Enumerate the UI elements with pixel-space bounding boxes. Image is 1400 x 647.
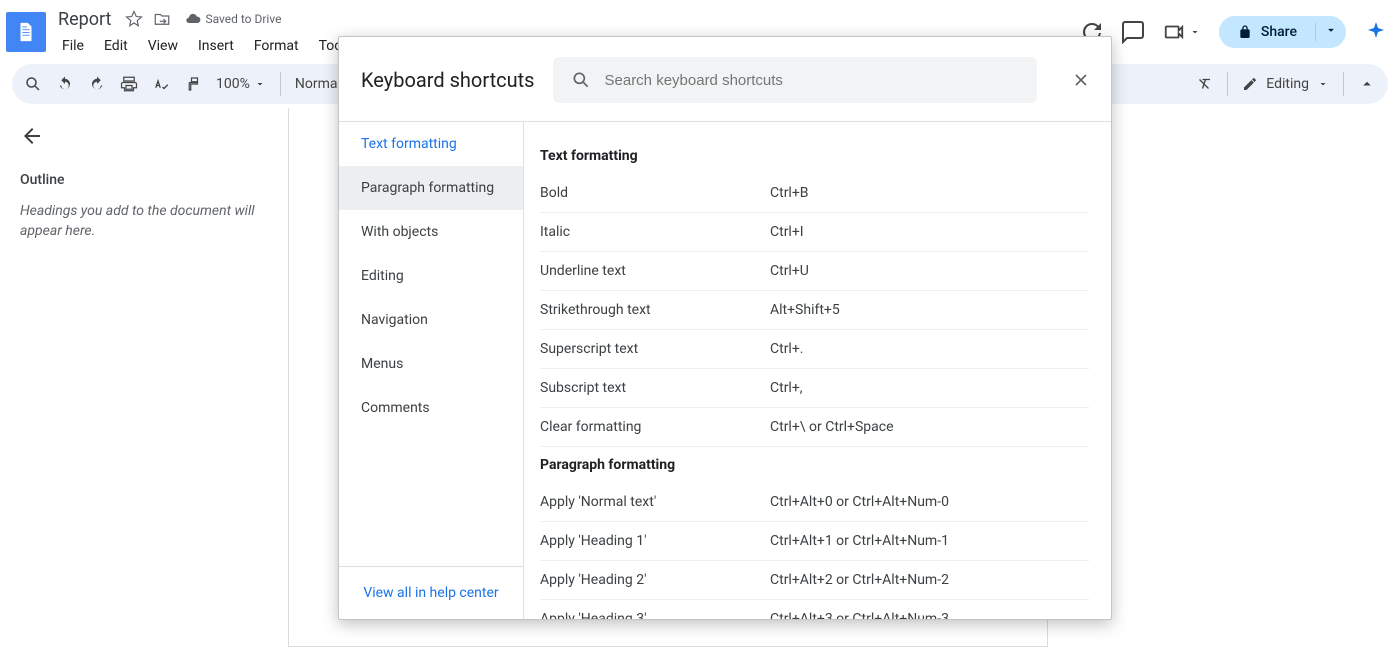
shortcut-action: Bold bbox=[540, 185, 770, 201]
section-title: Text formatting bbox=[540, 138, 1089, 174]
menu-format[interactable]: Format bbox=[246, 34, 307, 58]
separator bbox=[1227, 72, 1228, 96]
sparkle-icon[interactable] bbox=[1364, 20, 1388, 44]
shortcut-row: Underline textCtrl+U bbox=[540, 252, 1089, 291]
zoom-label: 100% bbox=[216, 76, 250, 92]
shortcut-action: Apply 'Normal text' bbox=[540, 494, 770, 510]
shortcut-action: Apply 'Heading 3' bbox=[540, 611, 770, 619]
share-dropdown[interactable] bbox=[1315, 23, 1346, 41]
shortcut-keys: Ctrl+B bbox=[770, 185, 809, 201]
outline-title: Outline bbox=[20, 172, 258, 188]
shortcut-row: ItalicCtrl+I bbox=[540, 213, 1089, 252]
dialog-title: Keyboard shortcuts bbox=[361, 68, 535, 92]
chevron-down-icon bbox=[1317, 78, 1329, 90]
dialog-search[interactable] bbox=[553, 57, 1038, 103]
paint-format-icon[interactable] bbox=[184, 75, 202, 93]
section-title: Paragraph formatting bbox=[540, 447, 1089, 483]
close-icon[interactable] bbox=[1071, 70, 1091, 90]
shortcut-row: Strikethrough textAlt+Shift+5 bbox=[540, 291, 1089, 330]
shortcut-keys: Ctrl+Alt+3 or Ctrl+Alt+Num-3 bbox=[770, 611, 949, 619]
menu-insert[interactable]: Insert bbox=[190, 34, 242, 58]
separator bbox=[1343, 72, 1344, 96]
separator bbox=[280, 72, 281, 96]
mode-label: Editing bbox=[1266, 76, 1309, 92]
nav-text-formatting[interactable]: Text formatting bbox=[339, 122, 523, 166]
share-button[interactable]: Share bbox=[1219, 16, 1315, 48]
dialog-header: Keyboard shortcuts bbox=[339, 37, 1111, 121]
mode-selector[interactable]: Editing bbox=[1242, 76, 1329, 92]
shortcut-row: Clear formattingCtrl+\ or Ctrl+Space bbox=[540, 408, 1089, 447]
meet-button[interactable] bbox=[1163, 21, 1201, 43]
dialog-nav: Text formattingParagraph formattingWith … bbox=[339, 122, 524, 619]
shortcut-row: Apply 'Normal text'Ctrl+Alt+0 or Ctrl+Al… bbox=[540, 483, 1089, 522]
help-center-link[interactable]: View all in help center bbox=[339, 566, 523, 619]
shortcut-action: Strikethrough text bbox=[540, 302, 770, 318]
shortcut-keys: Ctrl+, bbox=[770, 380, 803, 396]
shortcut-keys: Ctrl+\ or Ctrl+Space bbox=[770, 419, 894, 435]
menu-edit[interactable]: Edit bbox=[96, 34, 136, 58]
style-label: Normal bbox=[295, 76, 341, 92]
shortcut-keys: Ctrl+U bbox=[770, 263, 809, 279]
menu-file[interactable]: File bbox=[54, 34, 92, 58]
search-icon bbox=[571, 70, 591, 90]
shortcut-action: Clear formatting bbox=[540, 419, 770, 435]
shortcut-keys: Ctrl+Alt+1 or Ctrl+Alt+Num-1 bbox=[770, 533, 949, 549]
saved-status[interactable]: Saved to Drive bbox=[185, 11, 281, 27]
search-icon[interactable] bbox=[24, 75, 42, 93]
keyboard-shortcuts-dialog: Keyboard shortcuts Text formattingParagr… bbox=[338, 36, 1112, 620]
outline-hint: Headings you add to the document will ap… bbox=[20, 202, 258, 241]
header-right: Share bbox=[1079, 16, 1388, 48]
shortcut-action: Apply 'Heading 2' bbox=[540, 572, 770, 588]
redo-icon[interactable] bbox=[88, 75, 106, 93]
share-group: Share bbox=[1219, 16, 1346, 48]
chevron-down-icon bbox=[254, 78, 266, 90]
spellcheck-icon[interactable] bbox=[152, 75, 170, 93]
nav-with-objects[interactable]: With objects bbox=[339, 210, 523, 254]
saved-label: Saved to Drive bbox=[205, 12, 281, 26]
lock-icon bbox=[1237, 24, 1253, 40]
shortcut-action: Italic bbox=[540, 224, 770, 240]
pencil-icon bbox=[1242, 76, 1258, 92]
shortcut-row: Subscript textCtrl+, bbox=[540, 369, 1089, 408]
shortcut-row: Apply 'Heading 2'Ctrl+Alt+2 or Ctrl+Alt+… bbox=[540, 561, 1089, 600]
share-label: Share bbox=[1261, 24, 1297, 40]
shortcut-row: Apply 'Heading 3'Ctrl+Alt+3 or Ctrl+Alt+… bbox=[540, 600, 1089, 619]
shortcut-keys: Ctrl+Alt+0 or Ctrl+Alt+Num-0 bbox=[770, 494, 949, 510]
star-icon[interactable] bbox=[125, 10, 143, 28]
nav-menus[interactable]: Menus bbox=[339, 342, 523, 386]
shortcut-row: Superscript textCtrl+. bbox=[540, 330, 1089, 369]
undo-icon[interactable] bbox=[56, 75, 74, 93]
outline-panel: Outline Headings you add to the document… bbox=[0, 108, 278, 647]
shortcut-keys: Ctrl+. bbox=[770, 341, 803, 357]
shortcut-action: Apply 'Heading 1' bbox=[540, 533, 770, 549]
shortcut-row: BoldCtrl+B bbox=[540, 174, 1089, 213]
chevron-up-icon[interactable] bbox=[1358, 75, 1376, 93]
clear-format-icon[interactable] bbox=[1195, 75, 1213, 93]
doc-title[interactable]: Report bbox=[54, 7, 115, 32]
shortcut-row: Apply 'Heading 1'Ctrl+Alt+1 or Ctrl+Alt+… bbox=[540, 522, 1089, 561]
shortcut-keys: Ctrl+I bbox=[770, 224, 804, 240]
dialog-body: Text formattingParagraph formattingWith … bbox=[339, 121, 1111, 619]
zoom-selector[interactable]: 100% bbox=[216, 76, 266, 92]
print-icon[interactable] bbox=[120, 75, 138, 93]
style-selector[interactable]: Normal bbox=[295, 76, 341, 92]
nav-paragraph-formatting[interactable]: Paragraph formatting bbox=[339, 166, 523, 210]
nav-editing[interactable]: Editing bbox=[339, 254, 523, 298]
chevron-down-icon bbox=[1189, 26, 1201, 38]
nav-navigation[interactable]: Navigation bbox=[339, 298, 523, 342]
shortcut-action: Superscript text bbox=[540, 341, 770, 357]
dialog-content[interactable]: Text formattingBoldCtrl+BItalicCtrl+IUnd… bbox=[524, 122, 1111, 619]
move-icon[interactable] bbox=[153, 10, 171, 28]
docs-logo-icon[interactable] bbox=[6, 12, 46, 52]
comments-icon[interactable] bbox=[1121, 20, 1145, 44]
shortcut-keys: Ctrl+Alt+2 or Ctrl+Alt+Num-2 bbox=[770, 572, 949, 588]
back-icon[interactable] bbox=[20, 124, 44, 148]
shortcut-keys: Alt+Shift+5 bbox=[770, 302, 840, 318]
nav-comments[interactable]: Comments bbox=[339, 386, 523, 430]
shortcut-action: Underline text bbox=[540, 263, 770, 279]
chevron-down-icon bbox=[1324, 23, 1338, 37]
search-input[interactable] bbox=[605, 72, 1020, 89]
menu-view[interactable]: View bbox=[140, 34, 186, 58]
shortcut-action: Subscript text bbox=[540, 380, 770, 396]
